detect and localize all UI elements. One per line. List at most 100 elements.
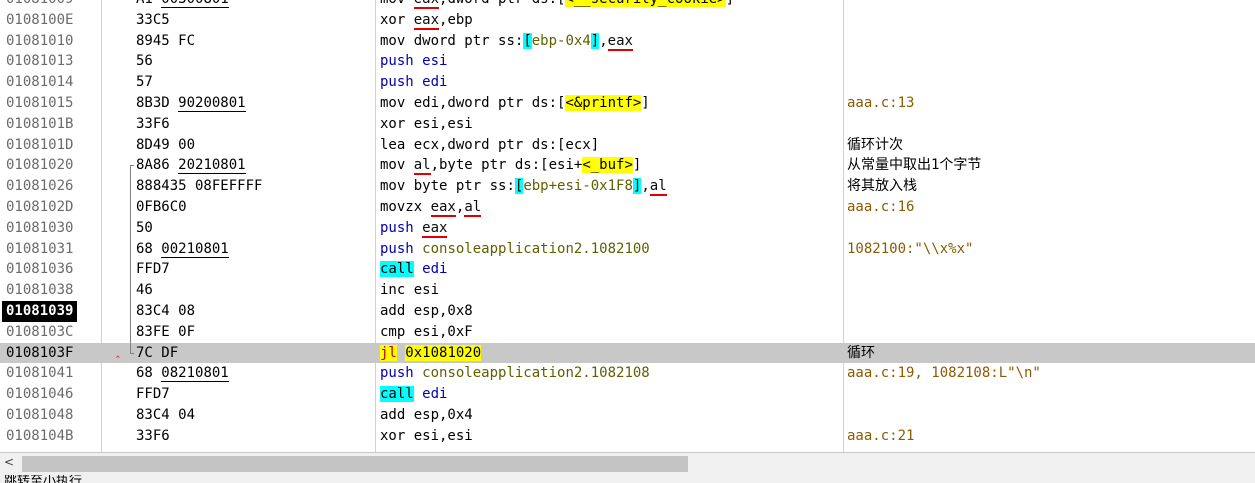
instruction-cell: mov eax,dword ptr ds:[<__security_cookie… xyxy=(380,0,734,10)
address-cell: 01081036 xyxy=(6,261,74,278)
disasm-row[interactable]: 01081048 83C4 04 add esp,0x4 xyxy=(0,405,1255,426)
byte-segment: 33F6 xyxy=(136,115,170,132)
address-cell: 0108100E xyxy=(6,11,74,28)
instruction-token: al xyxy=(464,198,482,217)
byte-segment: 68 xyxy=(136,365,162,382)
byte-segment: 68 xyxy=(136,240,162,257)
disasm-row[interactable]: 01081013 56 push esi xyxy=(0,51,1255,72)
jump-line-icon xyxy=(114,196,134,218)
disasm-row[interactable]: 0108103F ‸ 7C DF jl 0x1081020 循环 xyxy=(0,342,1255,364)
address-cell: 01081038 xyxy=(6,282,74,299)
instruction-token: ebp-0x4 xyxy=(531,32,591,49)
disasm-row[interactable]: 01081026 888435 08FEFFFF mov byte ptr ss:[… xyxy=(0,176,1255,197)
instruction-token: mov xyxy=(380,32,414,49)
instruction-cell: push esi xyxy=(380,51,447,72)
jump-line-icon xyxy=(114,217,134,239)
instruction-cell: push eax xyxy=(380,218,448,239)
instruction-token: lea ecx,dword ptr xyxy=(380,136,532,153)
disasm-row[interactable]: 0108103C 83FE 0F cmp esi,0xF xyxy=(0,321,1255,343)
instruction-cell: mov byte ptr ss:[ebp+esi-0x1F8],al xyxy=(380,176,667,197)
instruction-token: add esp,0x4 xyxy=(380,406,473,423)
instruction-token: :[ xyxy=(549,0,566,7)
jump-line-icon xyxy=(114,155,134,177)
disasm-row[interactable]: 0108101D 8D49 00 lea ecx,dword ptr ds:[ecx… xyxy=(0,135,1255,156)
instruction-token: edi xyxy=(413,261,448,278)
instruction-token: ebp+esi-0x1F8 xyxy=(523,178,633,195)
instruction-token: inc esi xyxy=(380,282,440,299)
disasm-row[interactable]: 01081009 A1 00300801 mov eax,dword ptr ds:… xyxy=(0,0,1255,10)
instruction-cell: add esp,0x8 xyxy=(380,301,473,322)
bytes-cell: 8B3D 90200801 xyxy=(136,93,246,114)
instruction-cell: call edi xyxy=(380,259,447,280)
instruction-token: <&printf> xyxy=(565,94,642,111)
address-cell: 01081009 xyxy=(6,0,73,10)
byte-segment: 8A86 xyxy=(136,157,179,174)
status-bar: 跳转至小执行 xyxy=(0,475,1255,483)
instruction-token: ] xyxy=(590,32,600,49)
address-cell: 01081015 xyxy=(6,94,74,111)
disasm-row[interactable]: 01081036 FFD7 call edi xyxy=(0,259,1255,281)
address-cell: 0108103C xyxy=(6,323,74,340)
instruction-token: : xyxy=(506,178,515,195)
scroll-left-arrow-icon[interactable]: < xyxy=(4,455,14,469)
instruction-cell: movzx eax,al xyxy=(380,197,482,218)
byte-segment: 57 xyxy=(136,74,153,91)
address-cell: 0108104B xyxy=(6,427,74,444)
disasm-row[interactable]: 01081014 57 push edi xyxy=(0,72,1255,93)
bytes-cell: 83C4 08 xyxy=(136,301,195,322)
instruction-token: ds xyxy=(531,94,549,111)
bytes-cell: 7C DF xyxy=(136,343,178,364)
byte-segment: 888435 08FEFFFF xyxy=(136,178,263,195)
byte-segment: 83C4 04 xyxy=(136,406,196,423)
instruction-token: xor xyxy=(380,11,414,28)
disasm-row[interactable]: 01081020 8A86 20210801 mov al,byte ptr ds:… xyxy=(0,155,1255,177)
instruction-cell: call edi xyxy=(380,384,447,405)
instruction-token: :[ecx] xyxy=(548,136,600,153)
disasm-row[interactable]: 01081031 68 00210801 push consoleapplicati… xyxy=(0,238,1255,260)
bytes-cell: A1 00300801 xyxy=(136,0,229,10)
instruction-token: consoleapplication2.1082108 xyxy=(422,365,650,382)
bytes-cell: 33C5 xyxy=(136,10,170,31)
instruction-token: push xyxy=(380,240,423,257)
disasm-row[interactable]: 01081010 8945 FC mov dword ptr ss:[ebp-0x4… xyxy=(0,31,1255,52)
byte-segment: 33F6 xyxy=(136,427,170,444)
disasm-row[interactable]: 0108102D 0FB6C0 movzx eax,al aaa.c:16 xyxy=(0,196,1255,218)
disasm-row[interactable]: 01081039 83C4 08 add esp,0x8 xyxy=(0,300,1255,322)
bytes-cell: 83C4 04 xyxy=(136,405,195,426)
instruction-token: ds xyxy=(514,157,532,174)
address-cell: 01081048 xyxy=(6,406,74,423)
instruction-token: , xyxy=(641,178,650,195)
instruction-token: <__security_cookie> xyxy=(565,0,726,7)
instruction-cell: xor esi,esi xyxy=(380,426,473,447)
instruction-token: mov xyxy=(380,157,414,174)
address-cell: 01081041 xyxy=(6,365,74,382)
bytes-cell: 50 xyxy=(136,218,153,239)
instruction-cell: cmp esi,0xF xyxy=(380,322,473,343)
instruction-cell: xor esi,esi xyxy=(380,114,473,135)
disasm-row[interactable]: 0108100E 33C5 xor eax,ebp xyxy=(0,10,1255,31)
comment-cell: aaa.c:19, 1082108:L"\n" xyxy=(847,365,1041,382)
disasm-row[interactable]: 01081038 46 inc esi xyxy=(0,280,1255,301)
jump-line-icon xyxy=(114,321,134,343)
comment-cell: aaa.c:16 xyxy=(847,198,915,215)
status-text: 跳转至小执行 xyxy=(4,475,83,483)
disasm-row[interactable]: 01081046 FFD7 call edi xyxy=(0,384,1255,405)
instruction-token: ds xyxy=(531,136,549,153)
comment-cell: 从常量中取出1个字节 xyxy=(847,157,982,174)
byte-segment: 50 xyxy=(136,219,153,236)
horizontal-scrollbar[interactable]: < xyxy=(0,452,1255,475)
disasm-row[interactable]: 01081041 68 08210801 push consoleapplicati… xyxy=(0,363,1255,384)
instruction-token: , xyxy=(599,32,608,49)
comment-cell: 将其放入栈 xyxy=(847,178,917,195)
instruction-cell: mov al,byte ptr ds:[esi+<_buf>] xyxy=(380,155,641,176)
scrollbar-thumb[interactable] xyxy=(22,456,688,472)
disassembly-view[interactable]: 01081009 A1 00300801 mov eax,dword ptr ds:… xyxy=(0,0,1255,452)
disasm-row[interactable]: 01081030 50 push eax xyxy=(0,217,1255,239)
instruction-token: ss xyxy=(489,178,507,195)
disasm-row[interactable]: 0108104B 33F6 xor esi,esi aaa.c:21 xyxy=(0,426,1255,447)
disasm-row[interactable]: 0108101B 33F6 xor esi,esi xyxy=(0,114,1255,135)
byte-segment: 56 xyxy=(136,53,153,70)
instruction-token: 0x1081020 xyxy=(405,344,482,361)
disasm-row[interactable]: 01081015 8B3D 90200801 mov edi,dword ptr d… xyxy=(0,93,1255,114)
bytes-cell: FFD7 xyxy=(136,259,170,280)
